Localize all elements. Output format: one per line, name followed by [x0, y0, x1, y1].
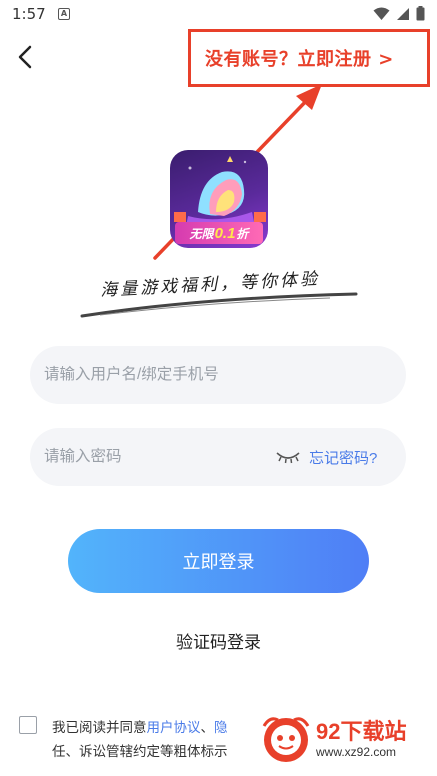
eye-closed-icon: [276, 452, 300, 464]
status-icons: [373, 6, 425, 21]
forgot-password-link[interactable]: 忘记密码?: [309, 447, 377, 468]
battery-icon: [416, 6, 425, 21]
watermark-url: www.xz92.com: [316, 745, 397, 759]
login-button[interactable]: 立即登录: [68, 529, 369, 593]
logo-badge: 无限 0.1 折: [175, 222, 263, 244]
user-agreement-link[interactable]: 用户协议: [147, 720, 201, 735]
badge-text-1: 无限: [189, 226, 214, 241]
agreement-prefix: 我已阅读并同意: [52, 720, 147, 735]
username-field[interactable]: [30, 346, 406, 404]
app-logo: 无限 0.1 折: [170, 150, 268, 248]
watermark: 92下载站 www.xz92.com: [250, 700, 437, 776]
password-input[interactable]: [44, 428, 264, 486]
watermark-title: 92下载站: [316, 719, 407, 744]
agreement-line-1: 我已阅读并同意用户协议、隐: [52, 716, 228, 736]
watermark-logo-icon: [262, 717, 310, 762]
chevron-left-icon: [18, 45, 32, 69]
agreement-checkbox[interactable]: [19, 716, 37, 734]
brush-stroke: [80, 292, 358, 318]
toggle-visibility-button[interactable]: [275, 448, 301, 466]
a-letter-icon: A: [58, 8, 70, 20]
register-link[interactable]: 没有账号？立即注册 >: [205, 45, 394, 71]
agreement-separator: 、: [200, 720, 215, 735]
sms-login-link[interactable]: 验证码登录: [0, 628, 437, 653]
signal-icon: [397, 7, 409, 20]
privacy-policy-link[interactable]: 隐: [214, 720, 228, 735]
wifi-icon: [373, 7, 390, 20]
badge-text-2: 0.1: [214, 224, 236, 242]
username-input[interactable]: [44, 346, 394, 404]
password-field[interactable]: 忘记密码?: [30, 428, 406, 486]
status-bar: 1:57 A: [0, 0, 437, 30]
badge-text-3: 折: [236, 226, 249, 241]
status-time: 1:57: [12, 5, 46, 23]
agreement-line-2: 任、诉讼管辖约定等粗体标示: [52, 744, 228, 759]
back-button[interactable]: [12, 42, 40, 72]
